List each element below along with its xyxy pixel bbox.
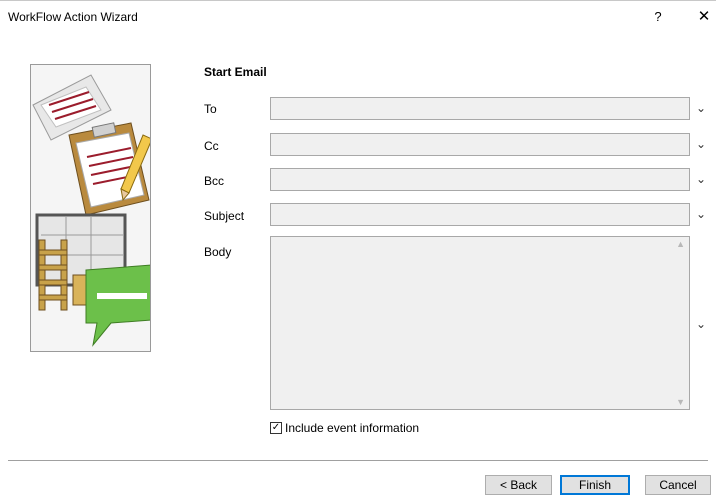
include-event-label: Include event information — [285, 421, 420, 435]
include-event-checkbox[interactable]: ✓ — [270, 422, 282, 434]
body-label: Body — [204, 245, 232, 259]
to-field[interactable] — [270, 97, 690, 120]
scroll-down-icon[interactable]: ▼ — [676, 397, 685, 407]
wizard-illustration — [30, 64, 151, 352]
window-title: WorkFlow Action Wizard — [8, 10, 138, 24]
cancel-button[interactable]: Cancel — [645, 475, 711, 495]
bcc-label: Bcc — [204, 174, 225, 188]
dialog-window: WorkFlow Action Wizard ? ✕ Start Email T… — [0, 0, 716, 498]
subject-field[interactable] — [270, 203, 690, 226]
cc-label: Cc — [204, 139, 219, 153]
to-dropdown-icon[interactable]: ⌄ — [695, 101, 707, 115]
close-button[interactable]: ✕ — [694, 7, 714, 27]
cc-field[interactable] — [270, 133, 690, 156]
to-label: To — [204, 102, 217, 116]
bcc-dropdown-icon[interactable]: ⌄ — [695, 172, 707, 186]
back-button[interactable]: < Back — [485, 475, 552, 495]
subject-dropdown-icon[interactable]: ⌄ — [695, 207, 707, 221]
subject-label: Subject — [204, 209, 245, 223]
include-event-option[interactable]: ✓ Include event information — [270, 421, 419, 435]
body-dropdown-icon[interactable]: ⌄ — [695, 317, 707, 331]
cc-dropdown-icon[interactable]: ⌄ — [695, 137, 707, 151]
footer-divider — [8, 460, 708, 461]
scroll-up-icon[interactable]: ▲ — [676, 239, 685, 249]
finish-button[interactable]: Finish — [560, 475, 630, 495]
workflow-email-illustration-icon — [31, 65, 150, 351]
body-textarea[interactable]: ▲ ▼ — [270, 236, 690, 410]
help-button[interactable]: ? — [648, 7, 668, 27]
bcc-field[interactable] — [270, 168, 690, 191]
title-bar: WorkFlow Action Wizard ? ✕ — [0, 1, 716, 31]
section-title: Start Email — [204, 65, 267, 79]
